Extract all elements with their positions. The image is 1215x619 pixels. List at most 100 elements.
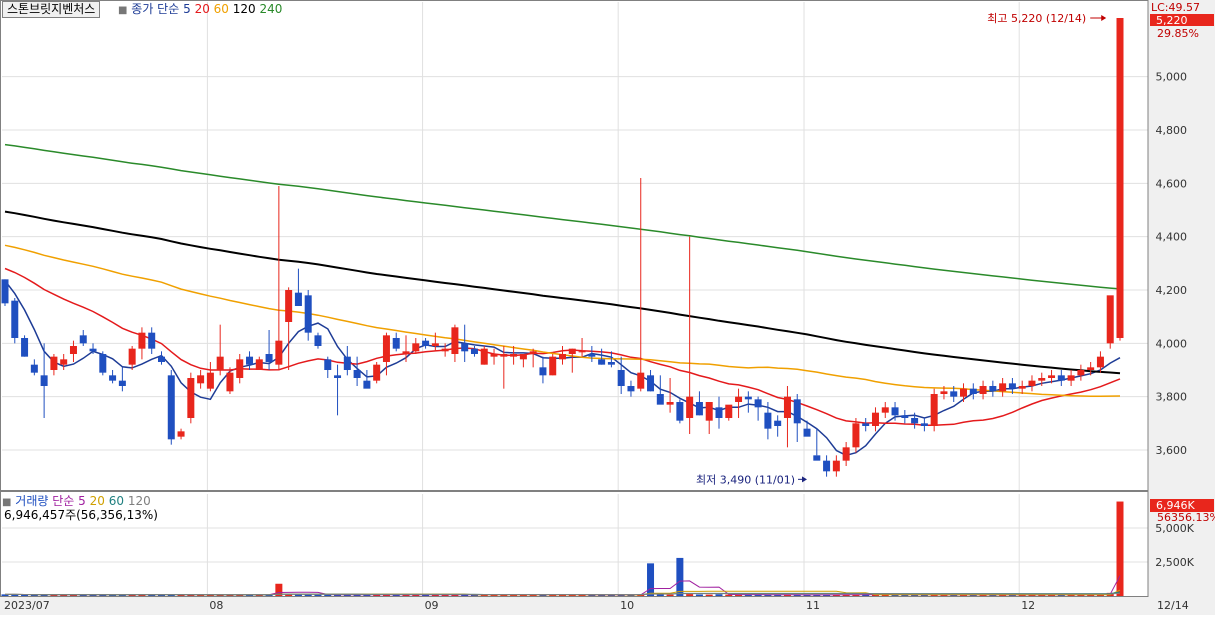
volume-bar xyxy=(695,594,703,596)
price-legend-prefix: 종가 단순 xyxy=(131,2,180,16)
candle-body xyxy=(353,370,361,378)
volume-bar xyxy=(666,594,674,596)
candle-body xyxy=(529,351,537,354)
candle-body xyxy=(881,407,889,413)
candle-body xyxy=(461,343,469,352)
candle-body xyxy=(783,396,791,418)
candle-body xyxy=(118,380,126,386)
volume-bar xyxy=(705,594,713,596)
candle-body xyxy=(656,394,664,405)
price-tick-label: 4,400 xyxy=(1156,231,1188,244)
candle-body xyxy=(285,290,293,322)
stock-name-box[interactable]: 스톤브릿지벤처스 xyxy=(2,1,101,18)
candle-body xyxy=(764,412,772,429)
candle-body xyxy=(324,359,332,370)
candle-body xyxy=(666,402,674,405)
candle-body xyxy=(412,343,420,352)
volume-label: 거래량 xyxy=(15,494,49,508)
candle-body xyxy=(402,351,410,354)
volume-summary: 6,946,457주(56,356,13%) xyxy=(4,508,158,522)
candle-body xyxy=(275,340,283,365)
volume-bar xyxy=(715,594,723,596)
candle-body xyxy=(1008,383,1016,389)
price-tick-label: 3,600 xyxy=(1156,444,1188,457)
x-axis-background xyxy=(0,597,1148,615)
candle-body xyxy=(1038,378,1046,381)
candle-body xyxy=(695,402,703,416)
candle-body xyxy=(177,431,185,437)
price-legend: ■ 종가 단순 5 20 60 120 240 xyxy=(118,2,282,18)
candle-body xyxy=(735,396,743,402)
ma-legend-60: 60 xyxy=(213,2,229,16)
candle-body xyxy=(979,386,987,394)
ma-legend-20: 20 xyxy=(194,2,210,16)
candle-body xyxy=(1028,380,1036,386)
candle-body xyxy=(21,338,29,357)
candle-body xyxy=(559,354,566,360)
candle-body xyxy=(627,386,635,392)
candle-body xyxy=(588,354,596,357)
candle-body xyxy=(197,375,205,384)
candle-body xyxy=(539,367,547,376)
x-axis-label: 09 xyxy=(425,599,439,612)
candle-body xyxy=(1096,356,1104,368)
volume-bar xyxy=(656,594,664,596)
x-axis-label: 11 xyxy=(806,599,820,612)
candle-body xyxy=(617,370,625,386)
candle-body xyxy=(549,356,557,376)
candle-body xyxy=(920,423,928,426)
candle-body xyxy=(568,348,576,354)
candle-body xyxy=(50,356,58,370)
candle-body xyxy=(813,455,821,461)
candle-body xyxy=(60,359,68,365)
volume-bar xyxy=(647,563,655,596)
candle-body xyxy=(940,391,948,394)
candle-body xyxy=(441,348,449,352)
ma-legend-120: 120 xyxy=(232,2,256,16)
x-axis-label: 2023/07 xyxy=(4,599,50,612)
candle-body xyxy=(1057,375,1065,381)
candle-body xyxy=(989,386,997,392)
candle-body xyxy=(715,407,723,418)
chart-background xyxy=(0,0,1215,615)
chart-window: 3,600 3,800 4,000 4,200 4,400 4,600 4,800 5,000… xyxy=(0,0,1215,615)
candle-body xyxy=(744,396,752,400)
ma-legend-5: 5 xyxy=(183,2,191,16)
candle-body xyxy=(960,388,968,397)
candle-body xyxy=(314,335,322,346)
vol-ma-legend-5: 5 xyxy=(78,494,86,508)
candle-body xyxy=(930,394,938,426)
candle-body xyxy=(304,295,312,333)
candle-body xyxy=(470,348,478,354)
low-annotation: 최저 3,490 (11/01) xyxy=(696,473,795,486)
candle-body xyxy=(363,380,371,389)
vol-ma-legend-20: 20 xyxy=(89,494,105,508)
candle-body xyxy=(578,351,586,353)
candle-body xyxy=(705,402,713,421)
volume-bar xyxy=(304,594,312,596)
candle-body xyxy=(40,375,48,386)
candle-body xyxy=(911,418,919,424)
candle-body xyxy=(754,399,762,408)
volume-legend-prefix: 단순 xyxy=(52,494,75,508)
candle-body xyxy=(969,388,977,394)
candle-body xyxy=(30,364,38,373)
candle-body xyxy=(510,354,518,357)
candle-body xyxy=(490,354,498,357)
candle-body xyxy=(138,332,146,349)
price-tick-label: 5,000 xyxy=(1156,71,1188,84)
x-axis-label: 08 xyxy=(209,599,223,612)
candle-body xyxy=(246,356,254,365)
candle-body xyxy=(891,407,899,416)
vol-ma-legend-60: 60 xyxy=(108,494,125,508)
candle-body xyxy=(265,354,273,362)
price-tick-label: 4,200 xyxy=(1156,284,1188,297)
volume-bar xyxy=(314,594,322,596)
candle-body xyxy=(1087,367,1095,370)
volume-legend-marker: ■ xyxy=(2,497,12,508)
candle-body xyxy=(343,356,351,370)
candle-body xyxy=(128,348,136,365)
volume-bar xyxy=(686,594,694,596)
last-price-tag: 5,220 xyxy=(1156,14,1188,27)
candle-body xyxy=(950,391,958,397)
